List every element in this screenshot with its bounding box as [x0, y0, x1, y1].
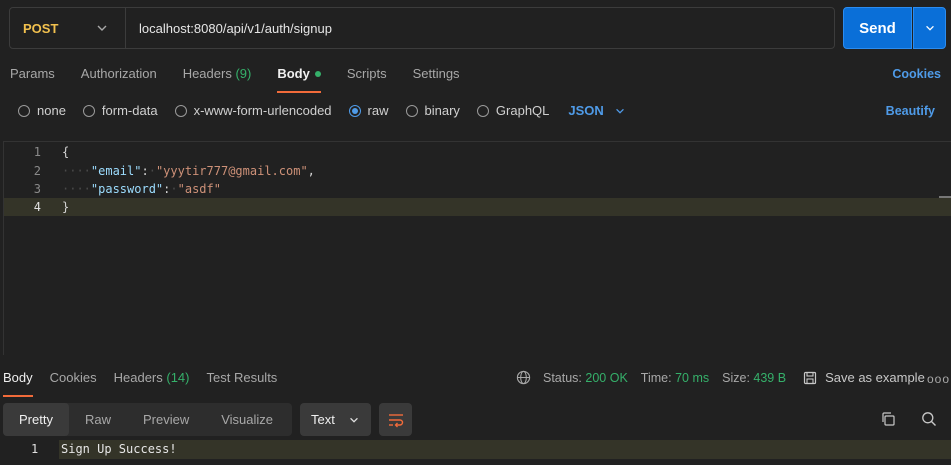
tab-body-label: Body — [277, 66, 310, 81]
response-format-select[interactable]: Text — [300, 403, 371, 436]
body-type-label: binary — [424, 103, 460, 118]
tab-headers-label: Headers — [182, 66, 232, 81]
response-body-line: 1 Sign Up Success! — [3, 440, 951, 459]
editor-line-current: 4 } — [4, 198, 951, 216]
body-type-label: GraphQL — [495, 103, 550, 118]
headers-count: (9) — [235, 66, 252, 81]
search-icon[interactable] — [921, 411, 937, 427]
body-type-binary[interactable]: binary — [405, 103, 460, 118]
body-type-label: x-www-form-urlencoded — [193, 103, 332, 118]
body-type-label: form-data — [101, 103, 158, 118]
line-number: 3 — [33, 182, 41, 196]
size-value: 439 B — [753, 370, 787, 385]
line-code: { — [62, 145, 70, 159]
tab-body[interactable]: Body — [277, 66, 321, 93]
globe-icon[interactable] — [516, 370, 531, 385]
chevron-down-icon — [97, 25, 107, 31]
raw-format-label: JSON — [568, 103, 604, 118]
status-label: Status: — [543, 370, 582, 385]
json-key: "email" — [90, 164, 142, 178]
body-type-graphql[interactable]: GraphQL — [476, 103, 550, 118]
body-type-raw[interactable]: raw — [348, 103, 389, 118]
view-pretty[interactable]: Pretty — [3, 403, 69, 436]
line-number: 1 — [31, 442, 39, 456]
save-as-example-button[interactable]: Save as example — [803, 370, 925, 385]
body-type-label: none — [37, 103, 66, 118]
copy-icon[interactable] — [880, 411, 896, 427]
tab-authorization[interactable]: Authorization — [81, 66, 157, 88]
beautify-button[interactable]: Beautify — [886, 104, 935, 118]
radio-icon — [174, 104, 187, 117]
send-button[interactable]: Send — [843, 7, 912, 49]
response-status[interactable]: Status: 200 OK — [543, 371, 628, 385]
response-headers-label: Headers — [113, 370, 163, 385]
line-code: } — [62, 200, 70, 214]
time-label: Time: — [640, 370, 672, 385]
more-options-icon[interactable]: ooo — [927, 372, 950, 386]
chevron-down-icon — [925, 25, 934, 31]
request-tabs: Params Authorization Headers (9) Body Sc… — [10, 66, 486, 93]
editor-line: 1 { — [4, 143, 951, 161]
radio-icon — [476, 104, 489, 117]
response-meta: Status: 200 OK Time: 70 ms Size: 439 B S… — [516, 370, 925, 385]
size-label: Size: — [722, 370, 750, 385]
url-input[interactable]: localhost:8080/api/v1/auth/signup — [126, 21, 332, 36]
json-key: "password" — [90, 182, 164, 196]
cookies-link[interactable]: Cookies — [892, 67, 941, 81]
chevron-down-icon — [615, 108, 624, 114]
view-preview[interactable]: Preview — [127, 403, 205, 436]
radio-icon — [405, 104, 418, 117]
chevron-down-icon — [349, 417, 358, 423]
time-value: 70 ms — [675, 370, 710, 385]
tab-scripts[interactable]: Scripts — [347, 66, 387, 88]
radio-icon — [18, 104, 30, 117]
save-as-example-label: Save as example — [825, 370, 925, 385]
tab-settings[interactable]: Settings — [413, 66, 460, 88]
json-value: "asdf" — [177, 182, 221, 196]
response-view-tabs: Pretty Raw Preview Visualize — [3, 403, 292, 436]
response-headers-count: (14) — [166, 370, 190, 385]
response-tab-body[interactable]: Body — [3, 370, 33, 397]
scrollbar-marker — [939, 196, 951, 198]
radio-icon — [82, 104, 95, 117]
raw-format-select[interactable]: JSON — [568, 103, 625, 118]
send-options-button[interactable] — [913, 7, 946, 49]
line-number: 2 — [33, 164, 41, 178]
json-value: "yyytir777@gmail.com" — [155, 164, 308, 178]
body-indicator-dot — [314, 70, 321, 77]
body-type-label: raw — [367, 103, 389, 118]
save-icon — [803, 371, 817, 384]
response-size[interactable]: Size: 439 B — [722, 371, 786, 385]
response-tab-cookies[interactable]: Cookies — [50, 370, 97, 392]
tab-headers[interactable]: Headers (9) — [183, 66, 252, 88]
body-type-form-data[interactable]: form-data — [82, 103, 158, 118]
tab-params[interactable]: Params — [10, 66, 55, 88]
response-time[interactable]: Time: 70 ms — [641, 371, 709, 385]
editor-line: 2 ····"email":·"yyytir777@gmail.com", — [4, 162, 951, 180]
view-visualize[interactable]: Visualize — [205, 403, 289, 436]
response-tabs: Body Cookies Headers (14) Test Results — [3, 370, 294, 397]
response-tab-headers[interactable]: Headers (14) — [114, 370, 190, 392]
response-body-text: Sign Up Success! — [59, 440, 951, 459]
wrap-lines-icon — [388, 413, 403, 427]
line-number: 1 — [33, 145, 41, 159]
body-type-options: none form-data x-www-form-urlencoded raw… — [18, 103, 626, 118]
method-select[interactable]: POST — [10, 8, 126, 48]
body-type-none[interactable]: none — [18, 103, 66, 118]
request-url-bar: POST localhost:8080/api/v1/auth/signup — [9, 7, 835, 49]
request-body-editor[interactable]: 1 { 2 ····"email":·"yyytir777@gmail.com"… — [3, 141, 951, 355]
wrap-lines-button[interactable] — [379, 403, 412, 436]
body-type-urlencoded[interactable]: x-www-form-urlencoded — [174, 103, 332, 118]
radio-checked-icon — [348, 104, 361, 117]
response-tab-test-results[interactable]: Test Results — [207, 370, 278, 392]
editor-line: 3 ····"password":·"asdf" — [4, 180, 951, 198]
response-format-label: Text — [311, 412, 335, 427]
method-label: POST — [23, 20, 59, 36]
status-value: 200 OK — [585, 370, 628, 385]
view-raw[interactable]: Raw — [69, 403, 127, 436]
line-number: 4 — [33, 200, 41, 214]
